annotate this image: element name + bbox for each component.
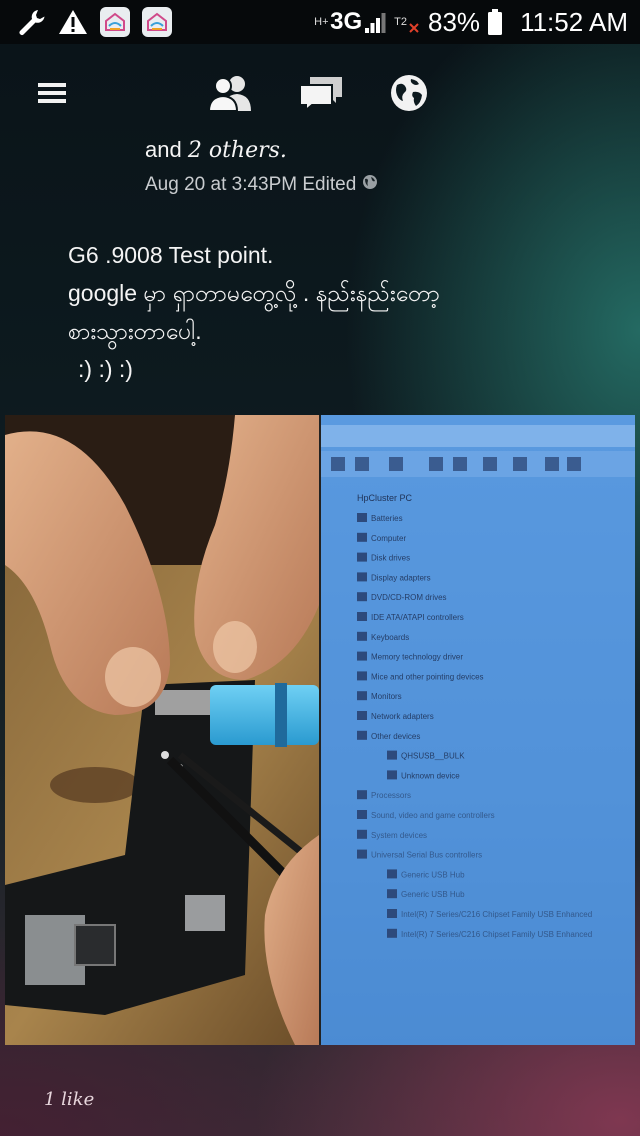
photo-illustration: HpCluster PC Batteries Computer Disk drives… [5, 415, 635, 1045]
board-shield [185, 895, 225, 931]
sim2-label: T2 [394, 15, 408, 28]
likes-count[interactable]: 1 like [44, 1089, 94, 1110]
tagline-prefix: and [145, 137, 182, 162]
device-category-icon [387, 928, 397, 938]
device-tree-item: Generic USB Hub [401, 890, 465, 899]
device-tree-item: Display adapters [371, 573, 431, 582]
device-category-icon [357, 810, 367, 819]
system-indicators: H+ 3G T2 83% 11:52 AM [314, 7, 628, 38]
device-tree-item: System devices [371, 831, 427, 840]
board-chip [74, 924, 116, 966]
device-category-icon [357, 513, 367, 522]
device-category-icon [357, 532, 367, 542]
messages-button[interactable] [292, 60, 350, 130]
signal-icon [364, 10, 386, 34]
post-text-line: စားသွားတာပေါ့. [68, 318, 202, 344]
friends-icon [207, 73, 255, 118]
wrench-icon [16, 7, 46, 37]
no-signal-icon [408, 10, 420, 34]
top-navigation [0, 60, 640, 130]
device-category-icon [387, 750, 397, 760]
device-tree-item: Mice and other pointing devices [371, 672, 484, 681]
device-category-icon [357, 651, 367, 661]
device-tree-item: Memory technology driver [371, 653, 463, 662]
menu-icon [37, 80, 67, 111]
post-text-line: google မှာ ရှာတာမတွေ့လို့ . နည်းနည်းတော့ [68, 280, 441, 306]
device-category-icon [357, 572, 367, 582]
device-tree-item: Other devices [371, 732, 420, 741]
device-tree-item: Universal Serial Bus controllers [371, 851, 482, 860]
battery-percent: 83% [428, 6, 481, 37]
app-icon [142, 7, 172, 37]
device-category-icon [387, 909, 397, 918]
network-h-label: H+ [314, 15, 329, 28]
device-tree-item: Batteries [371, 514, 403, 523]
clock: 11:52 AM [520, 6, 628, 37]
post-tag-summary: and 2 others. [145, 137, 287, 163]
app-icon [100, 7, 130, 37]
device-tree-item: DVD/CD-ROM drives [371, 593, 447, 602]
device-category-icon [357, 730, 367, 740]
device-category-icon [357, 612, 367, 621]
device-category-icon [357, 849, 367, 859]
privacy-globe-icon[interactable] [362, 174, 378, 196]
network-indicator: H+ 3G [314, 8, 386, 36]
device-category-icon [357, 829, 367, 839]
post-timestamp: Aug 20 at 3:43PM Edited [145, 174, 378, 196]
device-tree-item: Sound, video and game controllers [371, 811, 495, 820]
post-text: G6 .9008 Test point. google မှာ ရှာတာမတွ… [68, 236, 568, 388]
usb-cable [210, 685, 319, 745]
device-category-icon [357, 671, 367, 681]
device-category-icon [387, 770, 397, 780]
device-tree-item: Monitors [371, 692, 402, 701]
device-category-icon [387, 889, 397, 899]
device-tree-item: Generic USB Hub [401, 870, 465, 879]
device-tree-root: HpCluster PC [357, 493, 413, 503]
notification-icons [16, 7, 172, 37]
device-tree-item: QHSUSB__BULK [401, 752, 465, 761]
notifications-button[interactable] [382, 60, 436, 130]
device-tree-panel [321, 483, 635, 1045]
device-category-icon [357, 691, 367, 701]
device-category-icon [357, 711, 367, 720]
device-category-icon [357, 552, 367, 562]
device-category-icon [387, 869, 397, 879]
device-tree-item: Keyboards [371, 633, 409, 642]
device-tree-item: Processors [371, 791, 411, 800]
battery-icon [488, 9, 503, 35]
messages-icon [298, 75, 344, 116]
device-category-icon [357, 592, 367, 602]
device-category-icon [357, 631, 367, 641]
post-text-line: :) :) :) [78, 356, 133, 382]
thumbnail [105, 647, 161, 707]
status-bar: H+ 3G T2 83% 11:52 AM [0, 0, 640, 44]
device-tree-item: Network adapters [371, 712, 434, 721]
device-tree-item: Unknown device [401, 771, 460, 780]
test-point [161, 751, 169, 759]
post-text-line: G6 .9008 Test point. [68, 242, 274, 268]
menu-button[interactable] [28, 60, 76, 130]
globe-icon [389, 73, 429, 118]
usb-cable-band [275, 683, 287, 747]
device-category-icon [357, 790, 367, 800]
friend-requests-button[interactable] [200, 60, 262, 130]
sim2-indicator: T2 [394, 10, 420, 34]
collage-divider [319, 415, 321, 1045]
screen-menu-bar [321, 425, 635, 447]
device-tree-item: Intel(R) 7 Series/C216 Chipset Family US… [401, 910, 592, 919]
tagged-others-link[interactable]: 2 others. [188, 138, 287, 163]
device-tree-item: IDE ATA/ATAPI controllers [371, 613, 464, 622]
device-tree-item: Intel(R) 7 Series/C216 Chipset Family US… [401, 930, 592, 939]
device-tree-item: Disk drives [371, 554, 410, 563]
network-type-label: 3G [330, 8, 363, 35]
timestamp-text: Aug 20 at 3:43PM Edited [145, 174, 357, 195]
warning-icon [58, 8, 88, 36]
bench-stain [50, 767, 140, 803]
device-tree-item: Computer [371, 534, 406, 543]
post-photo[interactable]: HpCluster PC Batteries Computer Disk drives… [5, 415, 635, 1045]
